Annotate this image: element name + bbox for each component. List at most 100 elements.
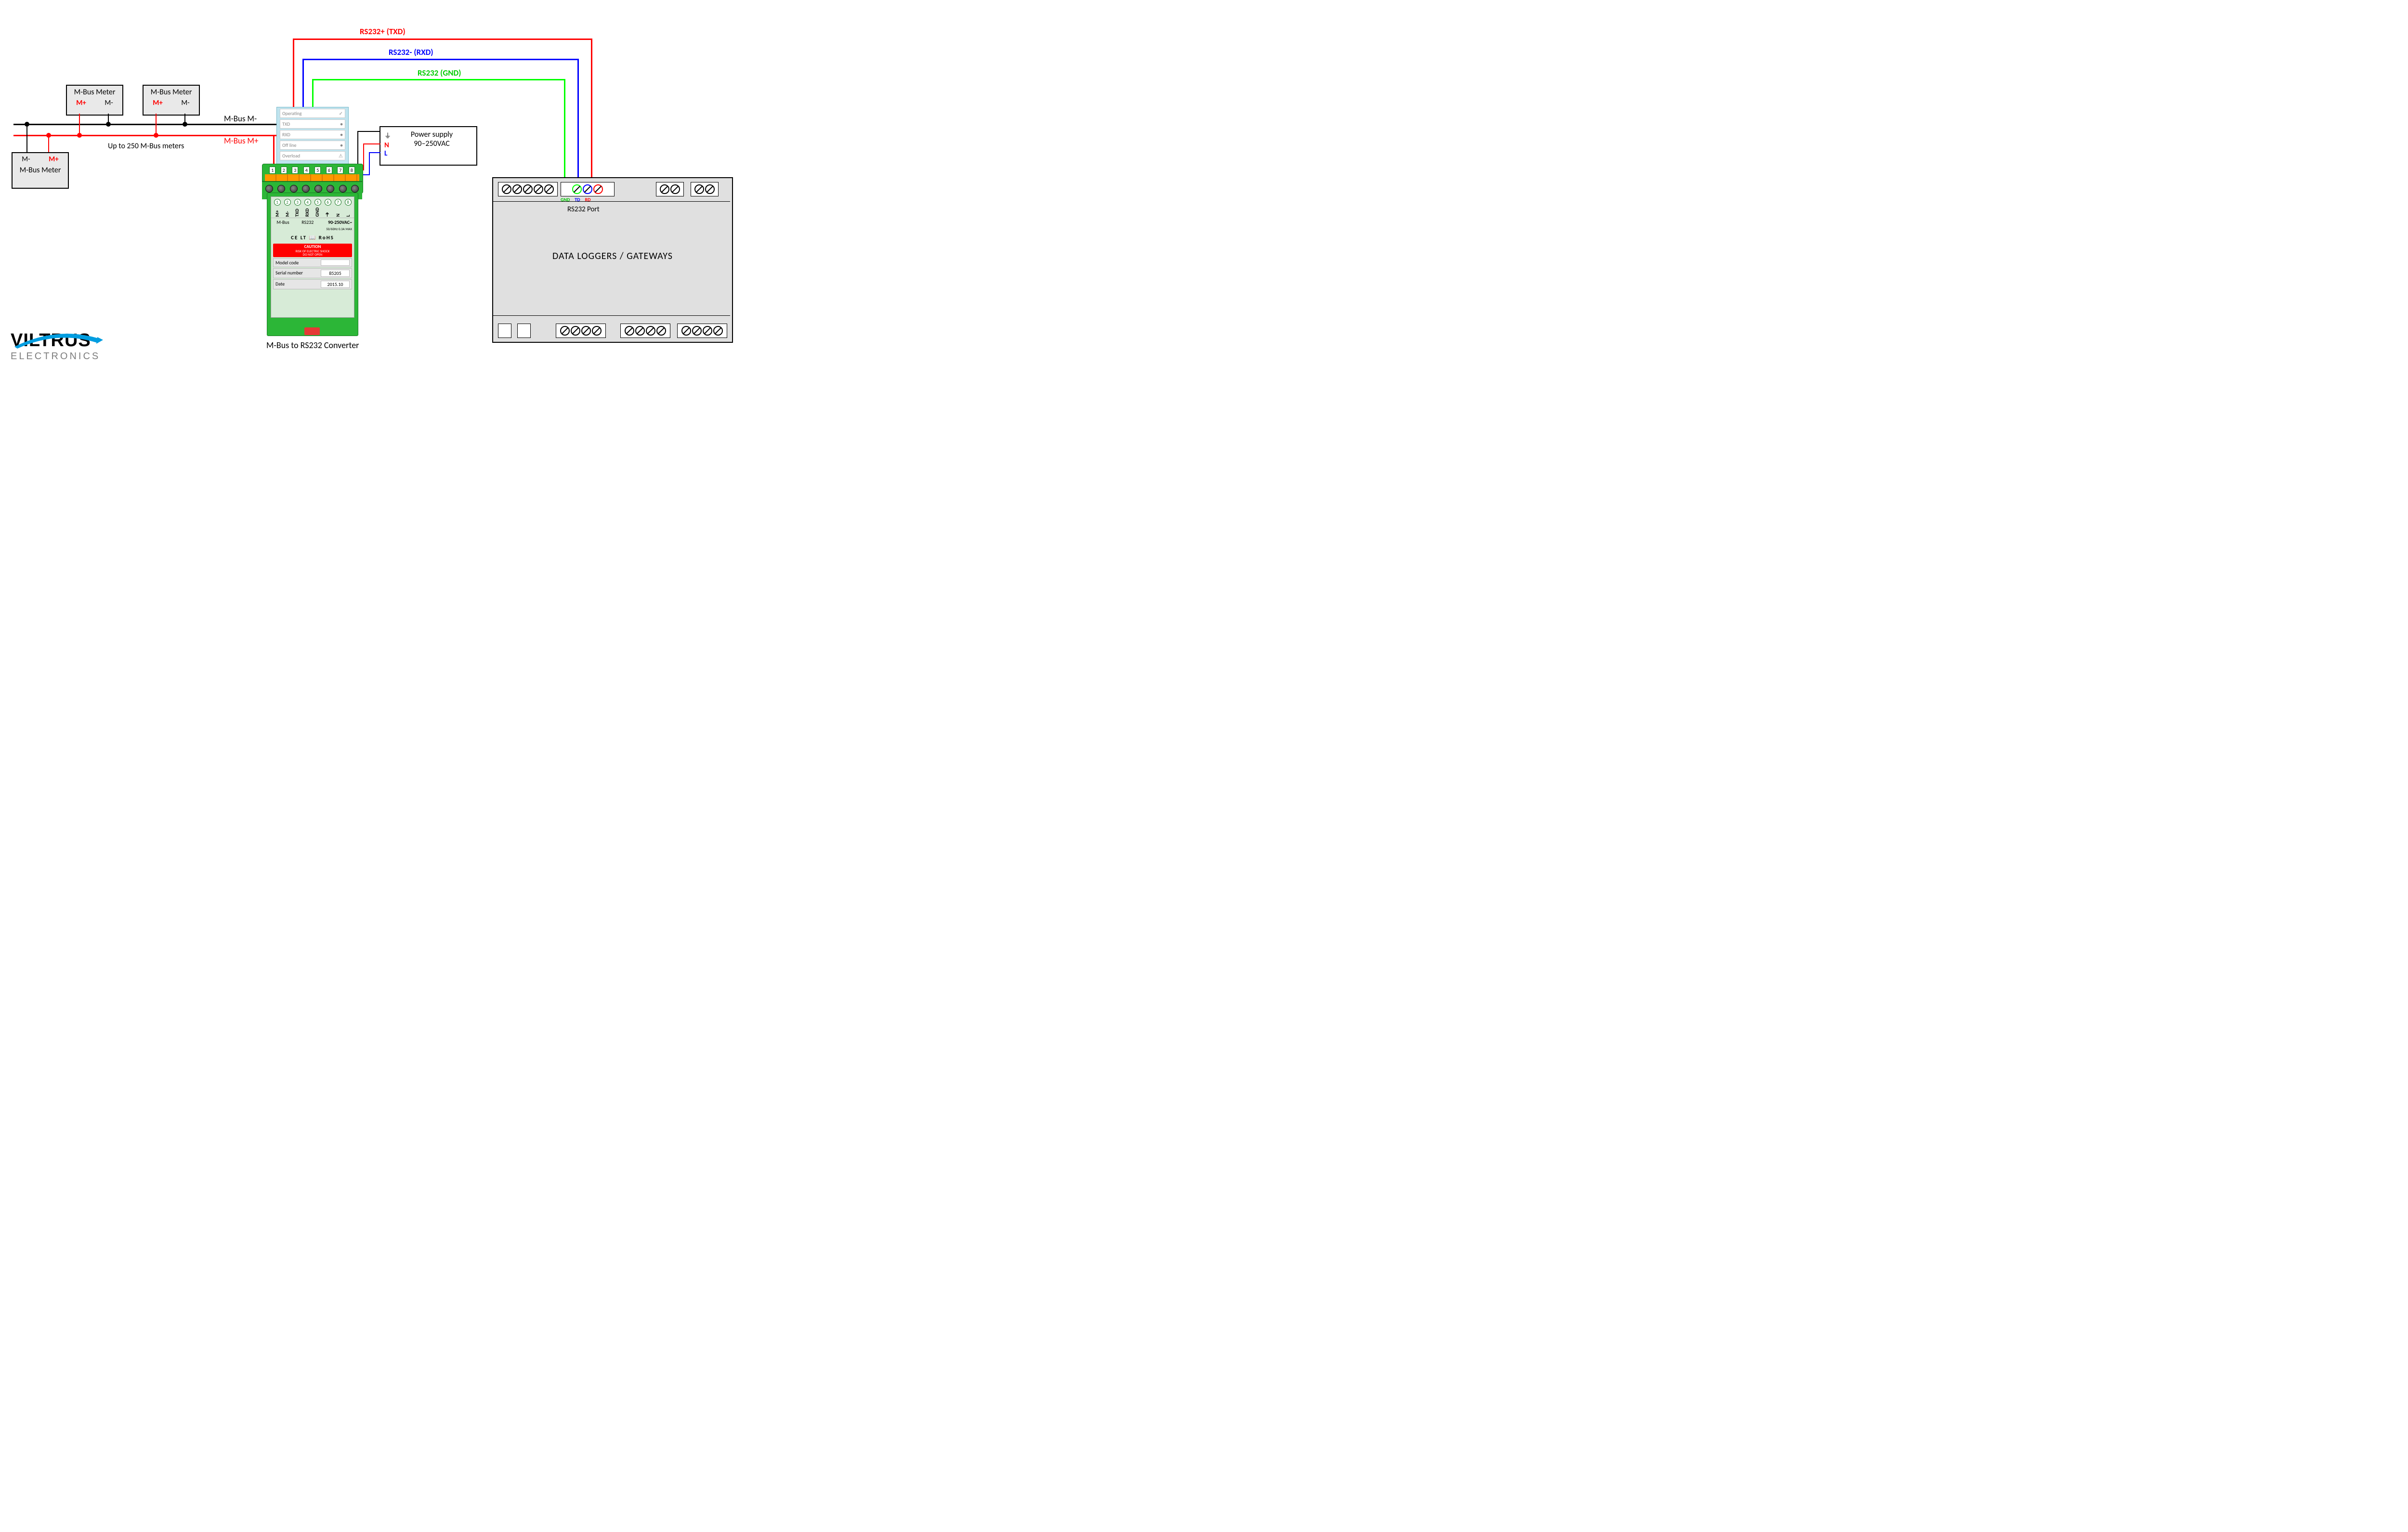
wire-N-v1 [363,143,364,170]
status-txd: TXD [282,121,290,127]
wire-rs232-rxd-v2 [577,59,579,185]
circ-num: 2 [284,199,291,206]
screw-icon [265,185,273,193]
power-supply-box: ⏚ N L Power supply 90–250VAC [380,126,477,166]
wire-rs232-txd-v2 [591,39,592,185]
label-rs232-txd: RS232+ (TXD) [360,26,406,37]
wire-rs232-gnd-v2 [564,79,565,185]
term-n: N [335,208,341,217]
circ-num: 1 [274,199,281,206]
date-row: Date 2015.10 [273,279,352,289]
mbus-meter-1: M-Bus Meter M+ M- [66,85,123,116]
serial-label: Serial number [275,270,303,277]
power-L: L [384,150,389,158]
power-N: N [384,142,389,150]
junction-dot [106,122,111,127]
status-operating: Operating [282,110,301,117]
cage-clamp-row [265,174,359,181]
term-l: L [345,208,351,217]
label-upto-meters: Up to 250 M-Bus meters [108,142,184,151]
screw-icon [302,185,310,193]
power-supply-text1: Power supply [392,130,471,139]
converter-status-panel: Operating✓ TXD● RXD● Off line● Overload⚠ [276,107,349,165]
term-num-2: 2 [281,167,287,174]
rs232-terminal-strip [561,182,615,196]
screw-icon [314,185,322,193]
mbus-meter-title: M-Bus Meter [13,164,68,177]
wire-mbus-minus-bus [13,124,274,125]
mbus-meter-m-minus: M- [105,99,113,107]
mbus-meter-m-minus: M- [22,155,30,164]
circ-num: 4 [304,199,311,206]
section-mbus: M-Bus [273,219,293,232]
caution-label: CAUTION RISK OF ELECTRIC SHOCK DO NOT OP… [273,244,352,257]
terminal-strip [498,324,511,338]
mbus-meter-2: M-Bus Meter M+ M- [143,85,200,116]
status-overload: Overload [282,153,300,159]
logo-line2: ELECTRONICS [11,351,100,362]
terminal-strip [691,182,719,196]
term-num-4: 4 [303,167,310,174]
term-m-plus: M+ [274,208,280,217]
term-txd: TXD [294,208,300,217]
converter-device: Operating✓ TXD● RXD● Off line● Overload⚠… [262,107,362,335]
model-value [321,260,350,266]
section-rs232: RS232 [293,219,323,232]
converter-caption: M-Bus to RS232 Converter [266,340,359,351]
term-num-6: 6 [326,167,332,174]
term-rxd: RXD [304,208,310,217]
term-num-1: 1 [269,167,275,174]
junction-dot [154,133,158,138]
wire-rs232-txd-h [293,39,592,40]
mbus-meter-m-plus: M+ [49,155,59,164]
circ-num: 3 [294,199,301,206]
viltrus-logo: VILTRUS ELECTRONICS [11,330,100,362]
circ-num: 5 [314,199,321,206]
wire-N-h [363,143,380,144]
term-earth: ⏚ [324,208,331,217]
wire-rs232-gnd-h [312,79,565,80]
caution-body: RISK OF ELECTRIC SHOCK DO NOT OPEN [274,249,351,257]
serial-value: 85205 [321,270,350,277]
section-power: 90-250VAC~ [328,219,352,225]
screw-icon [351,185,359,193]
wire-rs232-rxd-h [302,59,578,60]
terminal-strip [677,324,727,338]
junction-dot [46,133,51,138]
term-num-7: 7 [337,167,343,174]
wire-meter3-minus [26,124,27,153]
mbus-meter-m-plus: M+ [76,99,86,107]
mbus-meter-3: M- M+ M-Bus Meter [12,152,69,189]
term-num-8: 8 [349,167,355,174]
rs232-td-terminal [583,184,592,194]
model-row: Model code [273,258,352,267]
screw-icon [339,185,347,193]
term-gnd: GND [314,208,320,217]
mbus-meter-m-plus: M+ [153,99,163,107]
label-mbus-m-minus: M-Bus M- [224,114,257,124]
label-rs232-rxd: RS232- (RXD) [389,47,433,57]
cert-icons: CE LT 📖 RoHS [271,233,354,243]
term-num-3: 3 [292,167,298,174]
junction-dot [77,133,82,138]
converter-front-plate: 1 2 3 4 5 6 7 8 M+ M- TXD RXD GND ⏚ N L [271,196,354,318]
wire-meter3-plus [48,135,49,153]
section-power-sub: 50/60Hz 0.3A MAX [326,227,352,231]
dataloggers-title: DATA LOGGERS / GATEWAYS [493,250,732,262]
logo-swoosh-icon [10,329,106,351]
rs232-gnd-terminal [572,184,582,194]
screw-icon [290,185,298,193]
rs232-rd-terminal [593,184,603,194]
terminal-number-row: 1 2 3 4 5 6 7 8 [267,167,357,174]
terminal-strip [498,182,558,196]
terminal-strip [517,324,531,338]
earth-icon: ⏚ [384,131,391,141]
mbus-meter-m-minus: M- [181,99,189,107]
junction-dot [25,122,29,127]
power-supply-text2: 90–250VAC [392,139,471,148]
circ-num: 7 [335,199,341,206]
model-label: Model code [275,260,299,266]
status-rxd: RXD [282,131,290,138]
mbus-meter-title: M-Bus Meter [144,86,199,99]
status-offline: Off line [282,142,297,148]
